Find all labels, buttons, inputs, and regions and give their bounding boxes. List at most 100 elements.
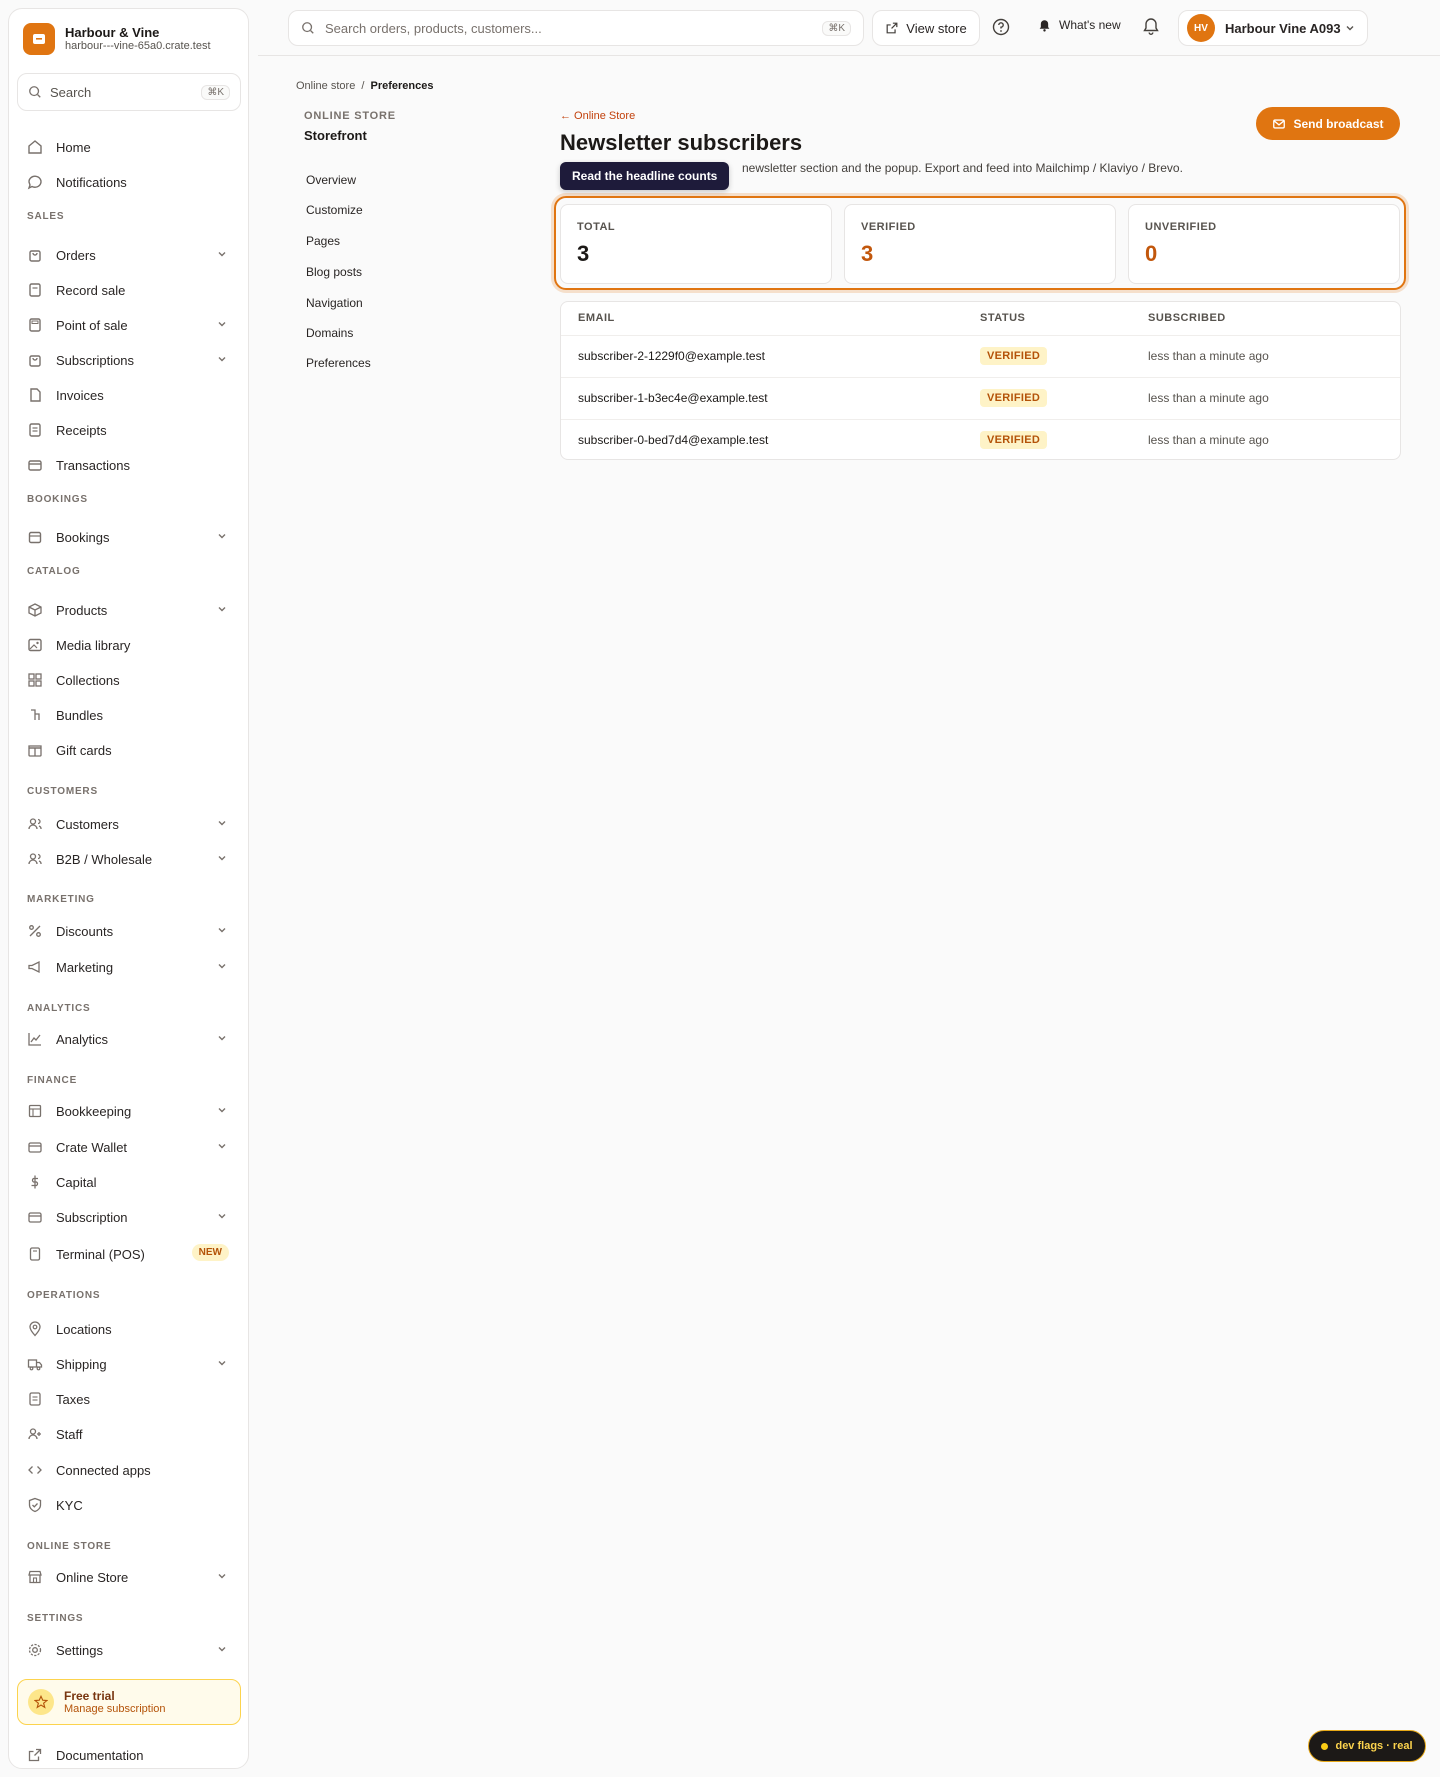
sidebar-item-collections[interactable]: Collections <box>17 665 241 695</box>
status-badge: VERIFIED <box>980 389 1048 407</box>
sidebar-item-media-library[interactable]: Media library <box>17 630 241 660</box>
trial-manage-link[interactable]: Manage subscription <box>64 1703 166 1715</box>
subnav-item-overview[interactable]: Overview <box>306 173 356 187</box>
account-menu[interactable]: HV Harbour Vine A093 <box>1178 10 1368 46</box>
sidebar-item-customers[interactable]: Customers <box>17 809 241 839</box>
sidebar-item-label: Taxes <box>56 1391 90 1407</box>
sidebar-item-staff[interactable]: Staff <box>17 1419 241 1449</box>
avatar: HV <box>1187 14 1215 42</box>
sidebar-item-documentation[interactable]: Documentation <box>17 1740 241 1770</box>
sidebar-item-locations[interactable]: Locations <box>17 1314 241 1344</box>
sidebar-item-capital[interactable]: Capital <box>17 1167 241 1197</box>
subnav-item-pages[interactable]: Pages <box>306 234 340 248</box>
sidebar-search-label: Search <box>50 84 92 100</box>
sidebar-item-subscription[interactable]: Subscription <box>17 1202 241 1232</box>
back-to-online-store-link[interactable]: ← Online Store <box>560 110 635 122</box>
brand-host: harbour---vine-65a0.crate.test <box>65 40 211 52</box>
sidebar-item-shipping[interactable]: Shipping <box>17 1349 241 1379</box>
sidebar-item-transactions[interactable]: Transactions <box>17 450 241 480</box>
percent-icon <box>26 922 44 940</box>
sidebar-item-label: Staff <box>56 1426 83 1442</box>
sidebar-item-invoices[interactable]: Invoices <box>17 380 241 410</box>
breadcrumb-parent[interactable]: Online store <box>296 80 355 92</box>
page-title: Newsletter subscribers <box>560 130 803 155</box>
sidebar-item-label: Products <box>56 602 108 618</box>
cube-icon <box>26 601 44 619</box>
credit-card-icon <box>26 456 44 474</box>
sidebar-item-bundles[interactable]: Bundles <box>17 700 241 730</box>
brand-name: Harbour & Vine <box>65 25 160 40</box>
sidebar-item-online-store[interactable]: Online Store <box>17 1562 241 1592</box>
sidebar-item-terminal-pos[interactable]: Terminal (POS) NEW <box>17 1239 241 1269</box>
section-online-store: ONLINE STORE <box>27 1541 112 1552</box>
sidebar-item-bookkeeping[interactable]: Bookkeeping <box>17 1096 241 1126</box>
sidebar: Harbour & Vine harbour---vine-65a0.crate… <box>8 8 249 1769</box>
sidebar-item-connected-apps[interactable]: Connected apps <box>17 1455 241 1485</box>
stat-value: 0 <box>1145 241 1158 266</box>
free-trial-card[interactable]: Free trial Manage subscription <box>17 1679 241 1725</box>
subnav-item-domains[interactable]: Domains <box>306 326 353 340</box>
subnav-item-preferences[interactable]: Preferences <box>306 356 371 370</box>
grid-icon <box>26 671 44 689</box>
dev-flags-pill[interactable]: dev flags · real <box>1308 1730 1426 1762</box>
document-icon <box>26 386 44 404</box>
chat-bubble-icon <box>26 173 44 191</box>
view-store-label: View store <box>906 20 967 36</box>
section-marketing: MARKETING <box>27 894 95 905</box>
subnav-item-customize[interactable]: Customize <box>306 203 363 217</box>
sidebar-item-label: Online Store <box>56 1569 129 1585</box>
sidebar-item-notifications[interactable]: Notifications <box>17 167 241 197</box>
column-header-status: STATUS <box>980 312 1026 324</box>
notifications-bell-icon[interactable] <box>1142 17 1160 38</box>
topbar: Search orders, products, customers... ⌘K… <box>258 0 1440 56</box>
table-row[interactable]: subscriber-0-bed7d4@example.test VERIFIE… <box>561 419 1400 461</box>
send-broadcast-button[interactable]: Send broadcast <box>1256 107 1400 140</box>
sidebar-item-b2b-wholesale[interactable]: B2B / Wholesale <box>17 844 241 874</box>
dev-flags-label: dev flags · real <box>1335 1740 1413 1752</box>
sidebar-item-settings[interactable]: Settings <box>17 1635 241 1665</box>
terminal-device-icon <box>26 1245 44 1263</box>
sidebar-item-taxes[interactable]: Taxes <box>17 1384 241 1414</box>
sidebar-item-bookings[interactable]: Bookings <box>17 522 241 552</box>
sidebar-item-kyc[interactable]: KYC <box>17 1490 241 1520</box>
column-header-email: EMAIL <box>578 312 615 324</box>
whats-new-button[interactable]: What's new <box>1038 18 1121 32</box>
sidebar-item-receipts[interactable]: Receipts <box>17 415 241 445</box>
sidebar-item-home[interactable]: Home <box>17 132 241 162</box>
sidebar-item-orders[interactable]: Orders <box>17 240 241 270</box>
sidebar-item-record-sale[interactable]: Record sale <box>17 275 241 305</box>
sidebar-item-label: Bundles <box>56 707 103 723</box>
sidebar-item-gift-cards[interactable]: Gift cards <box>17 735 241 765</box>
line-chart-icon <box>26 1030 44 1048</box>
home-icon <box>26 138 44 156</box>
subnav-title: Storefront <box>304 128 367 143</box>
user-plus-icon <box>26 1425 44 1443</box>
wallet-icon <box>26 1138 44 1156</box>
sidebar-item-label: Orders <box>56 247 96 263</box>
subscriber-email: subscriber-0-bed7d4@example.test <box>578 433 769 447</box>
sidebar-item-subscriptions[interactable]: Subscriptions <box>17 345 241 375</box>
brand[interactable]: Harbour & Vine harbour---vine-65a0.crate… <box>23 23 211 55</box>
table-row[interactable]: subscriber-2-1229f0@example.test VERIFIE… <box>561 335 1400 377</box>
help-icon[interactable] <box>992 18 1010 39</box>
image-icon <box>26 636 44 654</box>
view-store-button[interactable]: View store <box>872 10 980 46</box>
breadcrumb-current: Preferences <box>370 80 434 92</box>
search-icon <box>29 86 41 98</box>
sidebar-item-crate-wallet[interactable]: Crate Wallet <box>17 1132 241 1162</box>
subnav-item-blog-posts[interactable]: Blog posts <box>306 265 362 279</box>
sidebar-item-products[interactable]: Products <box>17 595 241 625</box>
global-search-input[interactable]: Search orders, products, customers... ⌘K <box>288 10 864 46</box>
sidebar-search[interactable]: Search ⌘K <box>17 73 241 111</box>
sidebar-item-label: Gift cards <box>56 742 112 758</box>
sidebar-item-marketing[interactable]: Marketing <box>17 952 241 982</box>
calculator-icon <box>26 316 44 334</box>
sidebar-item-analytics[interactable]: Analytics <box>17 1024 241 1054</box>
table-row[interactable]: subscriber-1-b3ec4e@example.test VERIFIE… <box>561 377 1400 419</box>
chevron-down-icon <box>218 856 226 861</box>
stat-card-total: TOTAL 3 <box>560 204 832 284</box>
sidebar-item-discounts[interactable]: Discounts <box>17 916 241 946</box>
subnav-item-navigation[interactable]: Navigation <box>306 296 363 310</box>
star-icon <box>28 1689 54 1715</box>
sidebar-item-point-of-sale[interactable]: Point of sale <box>17 310 241 340</box>
